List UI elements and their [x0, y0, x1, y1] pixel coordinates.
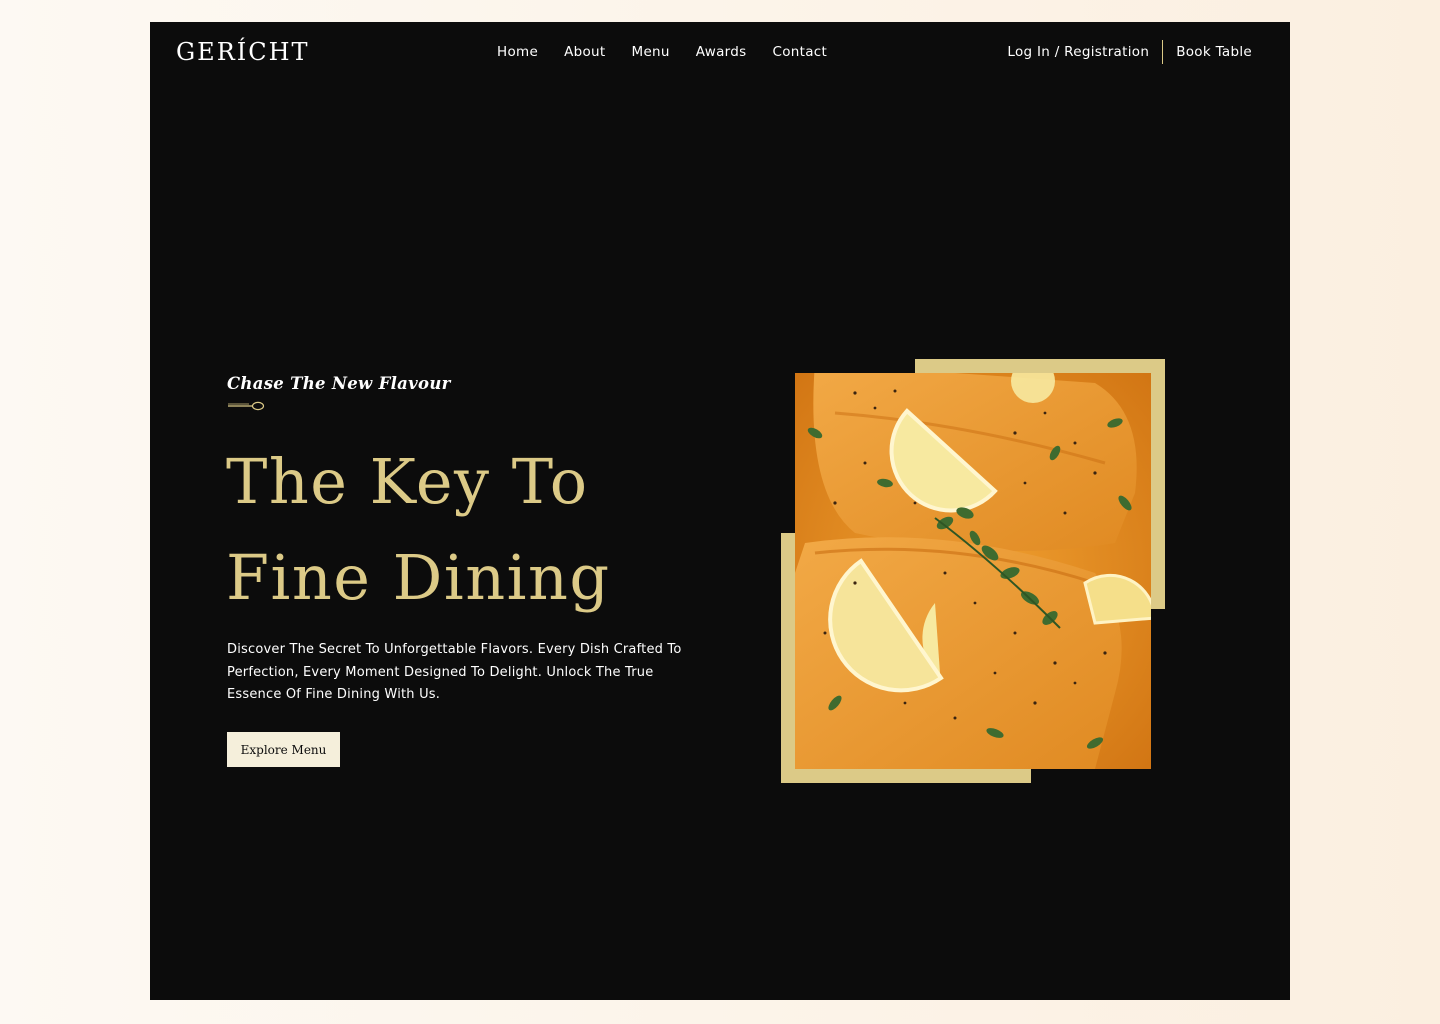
- hero-food-image: [795, 373, 1151, 769]
- explore-menu-button[interactable]: Explore Menu: [227, 732, 340, 767]
- login-link[interactable]: Log In / Registration: [1007, 42, 1149, 62]
- brand-logo[interactable]: GERÍCHT: [176, 36, 310, 68]
- nav-item-menu[interactable]: Menu: [632, 42, 670, 62]
- site-frame: GERÍCHT Home About Menu Awards Contact L…: [150, 22, 1290, 1000]
- headline-line-1: The Key To: [226, 445, 589, 518]
- nav-item-about[interactable]: About: [564, 42, 605, 62]
- headline-line-2: Fine Dining: [226, 541, 611, 614]
- main-nav: Home About Menu Awards Contact: [497, 42, 827, 62]
- nav-divider: [1162, 40, 1164, 64]
- nav-item-contact[interactable]: Contact: [772, 42, 827, 62]
- nav-item-home[interactable]: Home: [497, 42, 538, 62]
- hero-subtitle: Chase The New Flavour: [227, 374, 451, 393]
- nav-actions: Log In / Registration Book Table: [1007, 40, 1252, 64]
- hero-description: Discover The Secret To Unforgettable Fla…: [227, 642, 682, 702]
- book-table-link[interactable]: Book Table: [1176, 42, 1252, 62]
- nav-item-awards[interactable]: Awards: [696, 42, 747, 62]
- hero-headline: The Key To Fine Dining: [226, 434, 746, 626]
- spoon-icon: [228, 401, 265, 411]
